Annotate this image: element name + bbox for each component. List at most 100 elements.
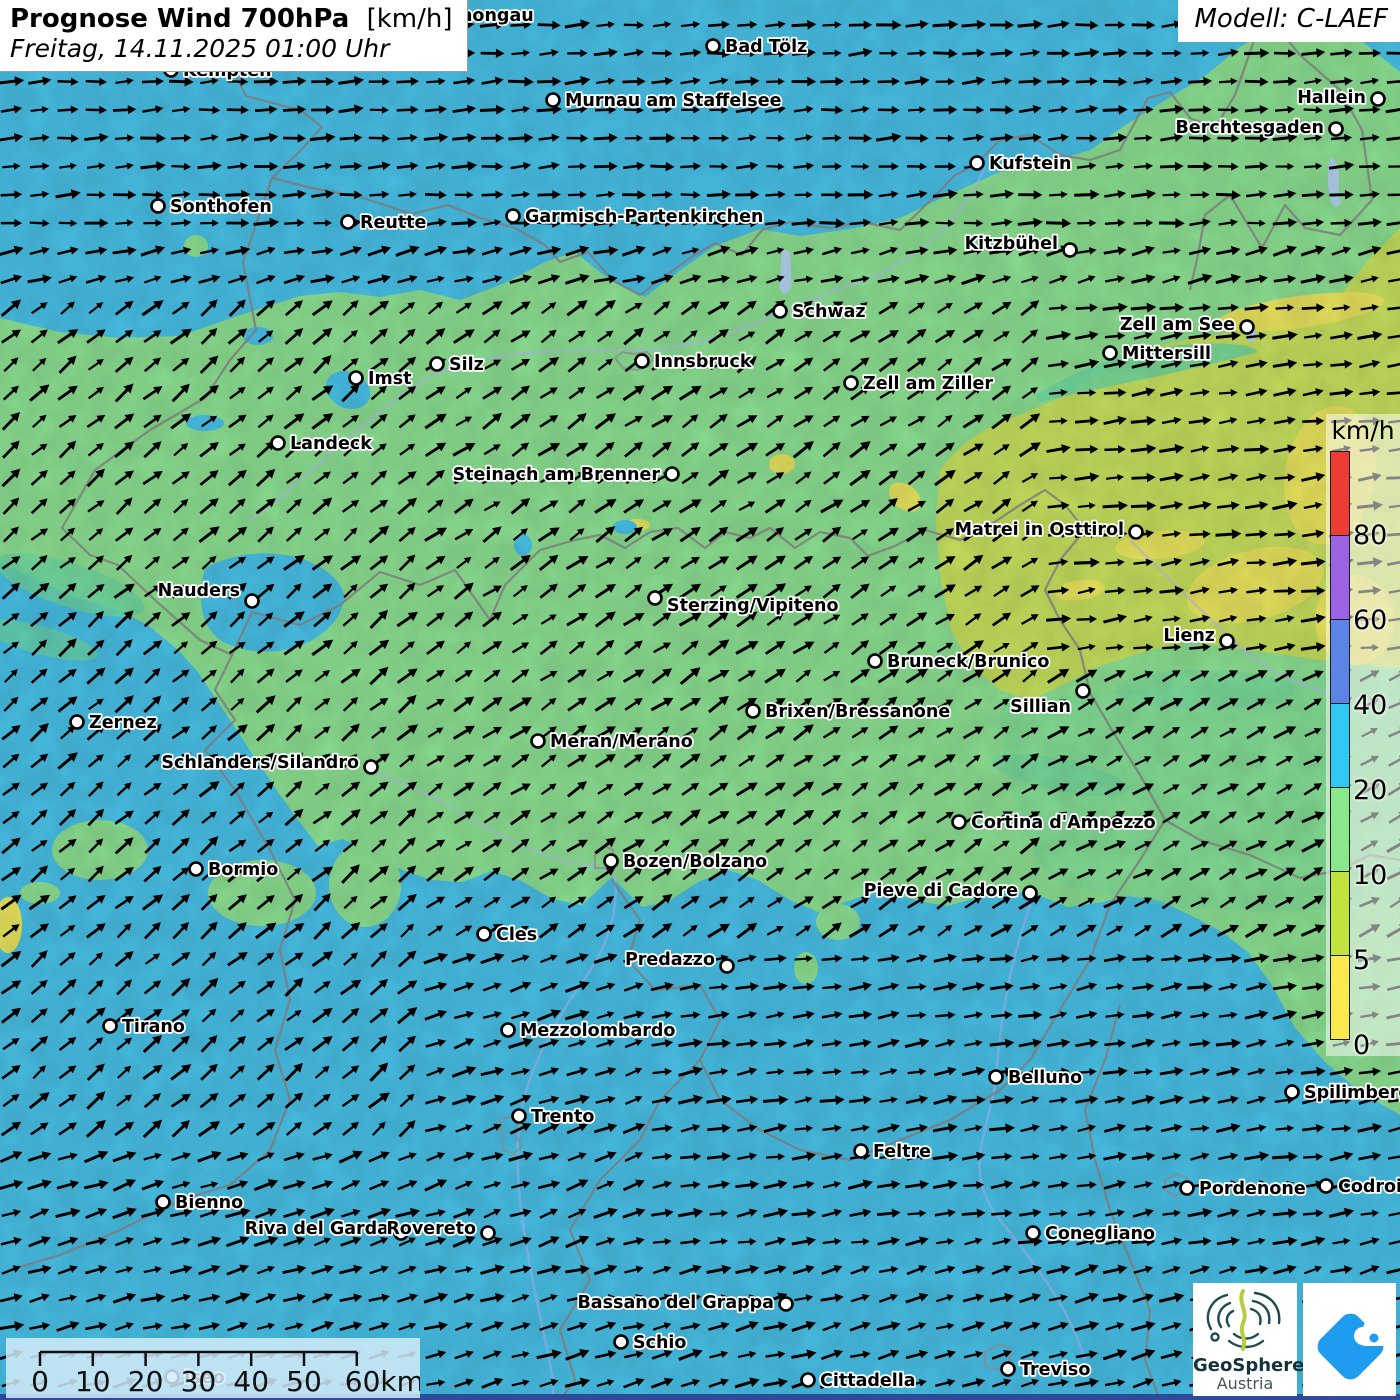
city-label: Belluno	[1008, 1068, 1082, 1088]
city-label: Imst	[368, 369, 412, 389]
city-label: Treviso	[1020, 1360, 1090, 1380]
city-marker	[971, 157, 984, 170]
city-label: Zell am Ziller	[863, 374, 993, 394]
city-marker	[953, 816, 966, 829]
city: Zell am Ziller	[845, 374, 994, 394]
city-marker	[649, 592, 662, 605]
city-marker	[513, 1110, 526, 1123]
legend-segment	[1330, 787, 1350, 872]
city-label: Bad Tölz	[725, 37, 807, 57]
legend-color-bar	[1330, 452, 1350, 1040]
legend-tick-label: 0	[1353, 1030, 1399, 1061]
city-marker	[1320, 1180, 1333, 1193]
city-label: Berchtesgaden	[1175, 118, 1324, 138]
city-marker	[780, 1298, 793, 1311]
scale-label: 0	[31, 1365, 49, 1398]
city-marker	[615, 1336, 628, 1349]
city-marker	[1286, 1086, 1299, 1099]
city-marker	[350, 372, 363, 385]
city-label: Spilimbergo	[1304, 1083, 1400, 1103]
city-marker	[855, 1145, 868, 1158]
mountain-cloud-icon	[1303, 1283, 1396, 1396]
city-marker	[190, 863, 203, 876]
city-marker	[1002, 1363, 1015, 1376]
city-label: Schlanders/Silandro	[161, 753, 359, 773]
city-marker	[272, 437, 285, 450]
city-marker	[666, 468, 679, 481]
city-label: Garmisch-Partenkirchen	[525, 207, 763, 227]
city-marker	[747, 705, 760, 718]
wind-forecast-map-page: SchongauBad TölzKemptenMurnau am Staffel…	[0, 0, 1400, 1400]
city: Garmisch-Partenkirchen	[507, 207, 764, 227]
city-label: Bruneck/Brunico	[887, 652, 1049, 672]
scale-ruler: 0102030405060km	[6, 1338, 420, 1398]
city-label: Mittersill	[1122, 344, 1211, 364]
city-label: Sillian	[1010, 697, 1071, 717]
title-box: Prognose Wind 700hPa [km/h] Freitag, 14.…	[0, 0, 468, 72]
city-marker	[152, 200, 165, 213]
city-label: Silz	[449, 355, 484, 375]
city: Zell am See	[1120, 315, 1254, 335]
city-label: Sterzing/Vipiteno	[667, 596, 839, 616]
legend-tick-label: 20	[1353, 775, 1399, 806]
city-marker	[1372, 93, 1385, 106]
legend-tick-label: 80	[1353, 520, 1399, 551]
city-label: Hallein	[1297, 88, 1366, 108]
city-marker	[342, 216, 355, 229]
city: Mezzolombardo	[502, 1021, 676, 1041]
city: Bruneck/Brunico	[869, 652, 1050, 672]
city: Steinach am Brenner	[453, 465, 679, 485]
wind-map: SchongauBad TölzKemptenMurnau am Staffel…	[0, 0, 1400, 1400]
city-marker	[802, 1374, 815, 1387]
city-marker	[990, 1071, 1003, 1084]
city: Bozen/Bolzano	[605, 852, 768, 872]
city-marker	[246, 595, 259, 608]
city-label: Reutte	[360, 213, 427, 233]
city: Cortina d'Ampezzo	[953, 813, 1156, 833]
scale-label: 40	[233, 1365, 269, 1398]
city-label: Mezzolombardo	[520, 1021, 675, 1041]
city-marker	[547, 94, 560, 107]
legend-segment	[1330, 871, 1350, 956]
city: Conegliano	[1027, 1224, 1156, 1244]
city: Bassano del Grappa	[577, 1293, 792, 1313]
geosphere-contour-icon	[1193, 1283, 1297, 1355]
city-label: Bozen/Bolzano	[623, 852, 767, 872]
legend-tick-label: 60	[1353, 605, 1399, 636]
valid-time: Freitag, 14.11.2025 01:00 Uhr	[10, 35, 453, 64]
city: Sterzing/Vipiteno	[649, 592, 839, 617]
city: Sonthofen	[152, 197, 272, 217]
city-marker	[1330, 123, 1343, 136]
city-marker	[482, 1227, 495, 1240]
city: Schlanders/Silandro	[161, 753, 377, 774]
legend-tick-label: 40	[1353, 690, 1399, 721]
city-marker	[1181, 1182, 1194, 1195]
city-label: Zernez	[89, 713, 157, 733]
scale-label: 20	[128, 1365, 164, 1398]
city-marker	[507, 210, 520, 223]
city-label: Nauders	[158, 581, 240, 601]
weather-app-logo	[1303, 1283, 1396, 1396]
city-marker	[532, 735, 545, 748]
city-label: Schwaz	[792, 302, 866, 322]
city-marker	[1130, 526, 1143, 539]
wind-speed-legend: km/h 806040201050	[1326, 414, 1400, 1056]
scale-label: 30	[181, 1365, 217, 1398]
city: Berchtesgaden	[1175, 118, 1342, 138]
legend-segment	[1330, 703, 1350, 788]
city-label: Pordenone	[1199, 1179, 1306, 1199]
city-label: Lienz	[1163, 626, 1215, 646]
city-label: Kufstein	[989, 154, 1071, 174]
scale-label: 50	[286, 1365, 322, 1398]
title-parameter: Prognose Wind 700hPa	[10, 4, 349, 34]
city-marker	[774, 305, 787, 318]
city-marker	[636, 355, 649, 368]
page-title: Prognose Wind 700hPa [km/h]	[10, 5, 453, 35]
city-label: Trento	[531, 1107, 594, 1127]
city-marker	[157, 1196, 170, 1209]
city-marker	[707, 40, 720, 53]
legend-tick-label: 5	[1353, 945, 1399, 976]
city-marker	[71, 716, 84, 729]
city-marker	[104, 1020, 117, 1033]
city-label: Rovereto	[386, 1219, 476, 1239]
